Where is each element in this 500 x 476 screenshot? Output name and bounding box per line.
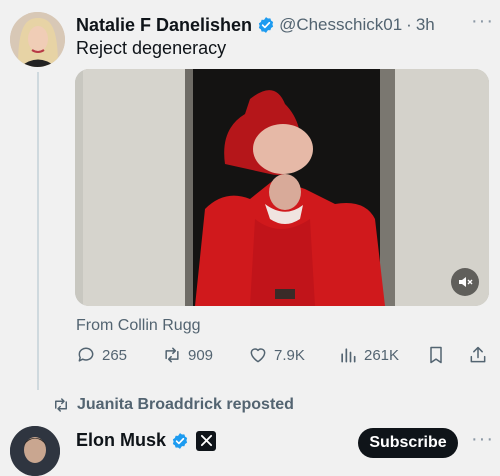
- reply-count: 265: [102, 346, 128, 364]
- repost-notice-text: Juanita Broaddrick reposted: [77, 396, 294, 413]
- media-source-attribution[interactable]: From Collin Rugg: [76, 317, 200, 335]
- thread-line: [37, 72, 39, 390]
- like-button[interactable]: 7.9K: [248, 345, 305, 365]
- tweet-text: Reject degeneracy: [76, 38, 227, 58]
- views-count: 261K: [364, 346, 400, 364]
- video-frame: [75, 69, 489, 306]
- repost-count: 909: [188, 346, 214, 364]
- views-button[interactable]: 261K: [338, 345, 399, 365]
- bookmark-button[interactable]: [426, 345, 452, 365]
- avatar-image: [10, 12, 65, 67]
- more-options-icon[interactable]: ···: [471, 428, 494, 451]
- author-name[interactable]: Natalie F Danelishen: [76, 15, 252, 36]
- repost-icon: [165, 347, 179, 363]
- avatar-image: [10, 426, 60, 476]
- verified-badge-icon: [258, 17, 274, 33]
- reply-icon: [78, 347, 94, 362]
- author-name[interactable]: Elon Musk: [76, 430, 166, 451]
- avatar[interactable]: [10, 426, 60, 476]
- more-options-icon[interactable]: ···: [471, 10, 494, 33]
- views-chart-icon: [341, 348, 356, 363]
- verified-badge-icon: [172, 432, 188, 449]
- repost-icon: [55, 398, 67, 412]
- avatar[interactable]: [10, 12, 65, 67]
- share-button[interactable]: [468, 345, 494, 365]
- tweet-header: Natalie F Danelishen @Chesschick01 · 3h: [76, 13, 492, 37]
- share-icon: [470, 346, 486, 363]
- repost-button[interactable]: 909: [162, 345, 213, 365]
- mute-icon[interactable]: [451, 268, 479, 296]
- x-logo-icon: [196, 430, 217, 451]
- separator-dot: ·: [406, 15, 412, 34]
- repost-notice[interactable]: Juanita Broaddrick reposted: [52, 396, 294, 414]
- subscribe-button[interactable]: Subscribe: [358, 428, 458, 458]
- bookmark-icon: [430, 346, 442, 364]
- next-tweet-header: Elon Musk: [76, 430, 217, 451]
- like-count: 7.9K: [274, 346, 305, 364]
- tweet-time[interactable]: 3h: [416, 15, 435, 35]
- tweet-actions: 265 909 7.9K 261K: [76, 345, 490, 369]
- video-player[interactable]: [75, 69, 489, 306]
- reply-button[interactable]: 265: [76, 345, 127, 365]
- heart-icon: [250, 348, 266, 363]
- author-handle[interactable]: @Chesschick01: [279, 15, 402, 35]
